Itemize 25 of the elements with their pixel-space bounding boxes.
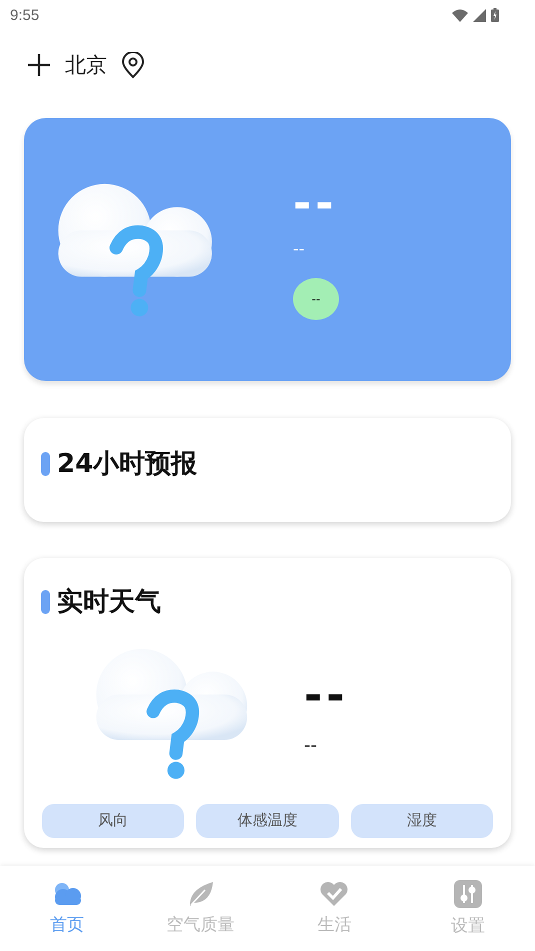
tile-label: 体感温度 [237,811,298,830]
battery-icon [491,8,499,22]
heart-check-icon [319,881,350,907]
add-icon[interactable] [27,53,51,77]
section-title: 实时天气 [57,586,161,619]
weather-description: -- [304,735,318,756]
signal-icon [473,8,486,22]
accent-bar [41,590,50,614]
nav-tab[interactable]: 空气质量 [134,866,268,951]
temperature: -- [304,670,349,722]
nav-tab[interactable]: 首页 [0,866,134,951]
air-quality-badge: -- [293,278,339,320]
tile-label: 风向 [98,811,128,830]
location-pin-icon[interactable] [121,52,145,78]
city-name[interactable]: 北京 [65,51,107,79]
status-time: 9:55 [10,6,40,24]
tile-label: 湿度 [406,811,437,830]
section-title: 24小时预报 [57,448,198,481]
accent-bar [41,452,50,476]
temperature: -- [293,179,338,229]
wifi-icon [452,8,468,22]
nav-tab[interactable]: 生活 [268,866,402,951]
weather-description: -- [293,239,305,258]
nav-tab[interactable]: 设置 [401,866,535,951]
settings-icon [454,880,482,908]
